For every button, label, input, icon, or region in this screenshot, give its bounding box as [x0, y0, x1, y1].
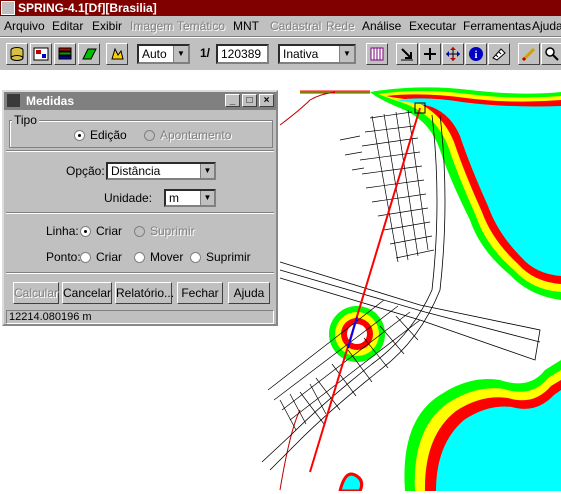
opcao-value: Distância	[111, 164, 161, 178]
water-south	[338, 360, 561, 493]
ponto-criar-radio[interactable]	[80, 252, 91, 263]
grid-icon[interactable]	[366, 43, 388, 65]
svg-text:i: i	[475, 50, 478, 61]
tipo-edicao-label: Edição	[90, 128, 127, 142]
medidas-dialog: Medidas _ □ × Tipo Edição Apontamento Op…	[2, 90, 278, 326]
app-title-bar: SPRING-4.1[Df][Brasilia]	[0, 0, 561, 16]
menu-cadastral[interactable]: Cadastral	[270, 19, 321, 33]
linha-suprimir-label: Suprimir	[150, 224, 195, 238]
menu-ajuda[interactable]: Ajuda	[532, 19, 561, 33]
menu-tematico[interactable]: Temático	[177, 19, 225, 33]
menu-mnt[interactable]: MNT	[233, 19, 259, 33]
draw-area-icon[interactable]	[78, 43, 100, 65]
chevron-down-icon: ▼	[200, 164, 214, 178]
menu-exibir[interactable]: Exibir	[92, 19, 122, 33]
menu-editar[interactable]: Editar	[52, 19, 83, 33]
measure-icon[interactable]	[488, 43, 510, 65]
app-icon	[1, 1, 15, 15]
ponto-label: Ponto:	[46, 250, 81, 264]
menu-rede[interactable]: Rede	[326, 19, 355, 33]
relatorio-button[interactable]: Relatório...	[115, 282, 174, 304]
fechar-button[interactable]: Fechar	[177, 282, 223, 304]
dialog-app-icon	[7, 94, 20, 107]
chevron-down-icon: ▼	[200, 191, 214, 205]
unidade-value: m	[169, 191, 179, 205]
zoom-mode-value: Auto	[142, 47, 167, 61]
scale-prefix: 1/	[200, 46, 211, 60]
scale-value: 120389	[221, 47, 262, 61]
dialog-title: Medidas	[26, 94, 75, 108]
calcular-button[interactable]: Calcular	[13, 282, 59, 304]
menu-imagem[interactable]: Imagem	[130, 19, 173, 33]
unidade-label: Unidade:	[104, 191, 153, 205]
crosshair-icon[interactable]	[419, 43, 441, 65]
ponto-mover-label: Mover	[150, 250, 184, 264]
ponto-mover-radio[interactable]	[134, 252, 145, 263]
result-status: 12214.080196 m	[6, 310, 274, 324]
maximize-button[interactable]: □	[242, 94, 257, 107]
tipo-group	[9, 120, 273, 148]
ponto-suprimir-label: Suprimir	[206, 250, 251, 264]
ponto-criar-label: Criar	[96, 250, 122, 264]
linha-criar-label: Criar	[96, 224, 122, 238]
divider	[6, 150, 274, 152]
linha-suprimir-radio[interactable]	[134, 226, 145, 237]
menu-analise[interactable]: Análise	[362, 19, 401, 33]
river-line	[279, 91, 336, 126]
close-button[interactable]: ×	[259, 94, 274, 107]
zoom-mode-select[interactable]: Auto ▼	[137, 44, 190, 64]
residential-blocks	[267, 109, 435, 431]
select-arrow-icon[interactable]	[396, 43, 418, 65]
tipo-edicao-radio[interactable]	[74, 130, 85, 141]
project-icon[interactable]	[30, 43, 52, 65]
scale-input[interactable]: 120389	[216, 44, 269, 64]
app-title: SPRING-4.1[Df][Brasilia]	[18, 1, 157, 15]
lake-paranoa	[300, 87, 561, 300]
ajuda-button[interactable]: Ajuda	[228, 282, 270, 304]
opcao-label: Opção:	[66, 164, 105, 178]
divider	[6, 272, 274, 274]
dialog-title-bar: Medidas _ □ ×	[4, 92, 276, 110]
measure-line	[309, 107, 421, 473]
cancelar-button[interactable]: Cancelar	[62, 282, 112, 304]
menu-executar[interactable]: Executar	[409, 19, 456, 33]
tipo-apontamento-radio[interactable]	[144, 130, 155, 141]
linha-label: Linha:	[46, 224, 79, 238]
menu-arquivo[interactable]: Arquivo	[4, 19, 45, 33]
opcao-select[interactable]: Distância ▼	[106, 162, 216, 180]
menu-ferramentas[interactable]: Ferramentas	[463, 19, 531, 33]
toolbar: Auto ▼ 1/ 120389 Inativa ▼ i	[0, 37, 561, 71]
info-icon[interactable]: i	[465, 43, 487, 65]
linha-criar-radio[interactable]	[80, 226, 91, 237]
display-icon[interactable]	[106, 43, 128, 65]
unidade-select[interactable]: m ▼	[164, 189, 216, 207]
state-value: Inativa	[283, 47, 319, 61]
chevron-down-icon: ▼	[339, 46, 354, 62]
chevron-down-icon: ▼	[173, 46, 188, 62]
divider	[6, 212, 274, 214]
ponto-suprimir-radio[interactable]	[190, 252, 201, 263]
zoom-icon[interactable]	[541, 43, 561, 65]
state-select[interactable]: Inativa ▼	[278, 44, 356, 64]
pencil-icon[interactable]	[518, 43, 540, 65]
layers-icon[interactable]	[54, 43, 76, 65]
tipo-apontamento-label: Apontamento	[160, 128, 232, 142]
database-icon[interactable]	[6, 43, 28, 65]
menu-bar: Arquivo Editar Exibir Imagem Temático MN…	[0, 16, 561, 37]
minimize-button[interactable]: _	[225, 94, 240, 107]
tipo-group-label: Tipo	[12, 113, 39, 127]
pan-icon[interactable]	[442, 43, 464, 65]
